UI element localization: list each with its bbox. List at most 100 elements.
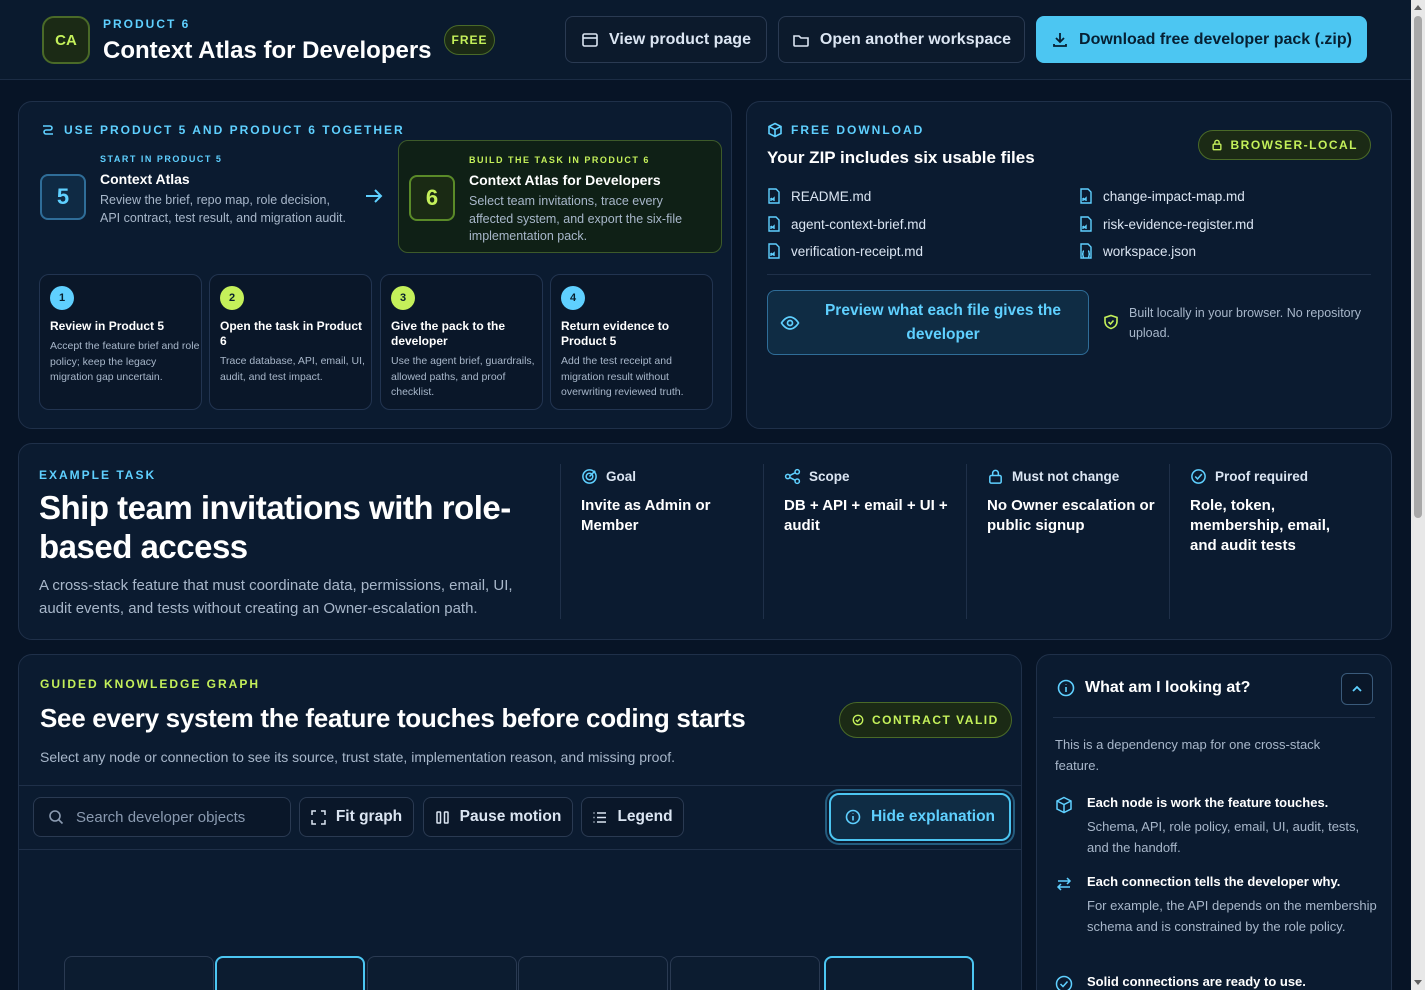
- step-desc: Trace database, API, email, UI, audit, a…: [220, 355, 365, 383]
- stage6-desc: Select team invitations, trace every aff…: [469, 194, 683, 243]
- fit-graph-button[interactable]: Fit graph: [299, 797, 414, 837]
- download-kicker: FREE DOWNLOAD: [791, 123, 925, 137]
- graph-kicker: GUIDED KNOWLEDGE GRAPH: [40, 677, 261, 691]
- folder-open-icon: [793, 34, 809, 47]
- example-task-panel: EXAMPLE TASK Ship team invitations with …: [18, 443, 1392, 640]
- legend-button[interactable]: Legend: [581, 797, 684, 837]
- workflow-step: 4 Return evidence to Product 5 Add the t…: [550, 274, 713, 410]
- collapse-button[interactable]: [1341, 673, 1373, 705]
- scroll-down-arrow-icon[interactable]: [1414, 980, 1422, 985]
- workflow-step: 3 Give the pack to the developer Use the…: [380, 274, 543, 410]
- divider: [19, 849, 1021, 850]
- graph-title: See every system the feature touches bef…: [40, 703, 746, 733]
- top-bar: CA PRODUCT 6 Context Atlas for Developer…: [0, 0, 1411, 80]
- example-desc: A cross-stack feature that must coordina…: [39, 577, 513, 617]
- graph-node[interactable]: [670, 956, 820, 990]
- divider: [1053, 717, 1375, 718]
- file-item: workspace.json: [1079, 243, 1196, 259]
- info-icon: [845, 809, 861, 825]
- goal-value: Invite as Admin or Member: [581, 497, 711, 534]
- download-pack-button[interactable]: Download free developer pack (.zip): [1036, 16, 1367, 63]
- file-item: verification-receipt.md: [767, 243, 923, 259]
- stage6-card: 6 BUILD THE TASK IN PRODUCT 6 Context At…: [398, 140, 722, 253]
- json-file-icon: [1080, 243, 1092, 259]
- graph-node[interactable]: [215, 956, 365, 990]
- graph-subtitle: Select any node or connection to see its…: [40, 749, 676, 765]
- goal-label: Goal: [606, 469, 637, 484]
- network-icon: [784, 468, 801, 485]
- divider: [767, 274, 1371, 275]
- lock-icon: [989, 469, 1002, 484]
- markdown-file-icon: [768, 243, 780, 259]
- scrollbar[interactable]: [1411, 0, 1425, 990]
- goal-attribute: Goal Invite as Admin or Member: [560, 464, 763, 619]
- view-product-button[interactable]: View product page: [565, 16, 767, 63]
- graph-node[interactable]: [64, 956, 214, 990]
- pause-motion-label: Pause motion: [459, 808, 562, 825]
- hide-explanation-button[interactable]: Hide explanation: [829, 793, 1011, 841]
- graph-node[interactable]: [367, 956, 517, 990]
- step-number: 2: [220, 286, 244, 310]
- download-icon: [1053, 32, 1067, 47]
- search-input[interactable]: Search developer objects: [33, 797, 291, 837]
- open-workspace-button[interactable]: Open another workspace: [778, 16, 1025, 63]
- proof-label: Proof required: [1215, 469, 1309, 484]
- workflow-step: 2 Open the task in Product 6 Trace datab…: [209, 274, 372, 410]
- step-title: Review in Product 5: [50, 319, 165, 333]
- knowledge-graph-panel: GUIDED KNOWLEDGE GRAPH See every system …: [18, 654, 1022, 990]
- scroll-up-arrow-icon[interactable]: [1414, 5, 1422, 10]
- search-icon: [49, 810, 64, 825]
- target-icon: [582, 469, 597, 484]
- product-5-number: 5: [40, 174, 86, 220]
- preview-files-label: Preview what each file gives the develop…: [824, 301, 1062, 343]
- preview-files-button[interactable]: Preview what each file gives the develop…: [767, 290, 1089, 355]
- cube-icon: [1056, 796, 1072, 814]
- check-circle-icon: [1191, 469, 1206, 484]
- download-title: Your ZIP includes six usable files: [767, 148, 1035, 167]
- workflow-step: 1 Review in Product 5 Accept the feature…: [39, 274, 202, 410]
- explanation-title: What am I looking at?: [1085, 679, 1251, 696]
- step-title: Return evidence to Product 5: [561, 319, 670, 348]
- together-panel: USE PRODUCT 5 AND PRODUCT 6 TOGETHER 5 S…: [18, 101, 732, 429]
- contract-valid-label: CONTRACT VALID: [872, 713, 999, 727]
- check-circle-icon: [1055, 975, 1073, 990]
- example-title: Ship team invitations with role-based ac…: [39, 489, 511, 565]
- markdown-file-icon: [1080, 188, 1092, 204]
- stage5-title: Context Atlas: [100, 171, 190, 187]
- step-desc: Accept the feature brief and role policy…: [50, 340, 200, 383]
- step-desc: Use the agent brief, guardrails, allowed…: [391, 355, 535, 398]
- file-item: change-impact-map.md: [1079, 188, 1245, 204]
- step-number: 1: [50, 286, 74, 310]
- file-item: agent-context-brief.md: [767, 216, 926, 232]
- scope-label: Scope: [809, 469, 850, 484]
- free-badge: FREE: [444, 25, 495, 55]
- explanation-panel: What am I looking at? This is a dependen…: [1036, 654, 1392, 990]
- shield-check-icon: [1104, 314, 1118, 330]
- swap-arrows-icon: [1056, 877, 1072, 891]
- proof-attribute: Proof required Role, token, membership, …: [1169, 464, 1372, 619]
- scope-value: DB + API + email + UI + audit: [784, 497, 948, 534]
- browser-local-label: BROWSER-LOCAL: [1230, 138, 1358, 152]
- graph-node[interactable]: [518, 956, 668, 990]
- step-number: 3: [391, 286, 415, 310]
- graph-node[interactable]: [824, 956, 974, 990]
- step-number: 4: [561, 286, 585, 310]
- info-icon: [1057, 679, 1075, 697]
- view-product-label: View product page: [609, 30, 751, 48]
- product-label: PRODUCT 6: [103, 17, 191, 31]
- pause-icon: [435, 810, 449, 824]
- download-pack-label: Download free developer pack (.zip): [1079, 30, 1352, 48]
- pause-motion-button[interactable]: Pause motion: [423, 797, 573, 837]
- check-circle-icon: [852, 714, 864, 726]
- route-icon: [43, 125, 53, 135]
- scope-attribute: Scope DB + API + email + UI + audit: [763, 464, 966, 619]
- file-item: README.md: [767, 188, 871, 204]
- scrollbar-thumb[interactable]: [1414, 16, 1422, 518]
- local-note: Built locally in your browser. No reposi…: [1129, 306, 1362, 340]
- fit-graph-label: Fit graph: [335, 808, 403, 825]
- contract-valid-badge: CONTRACT VALID: [839, 702, 1012, 738]
- proof-value: Role, token, membership, email, and audi…: [1190, 497, 1331, 554]
- eye-icon: [780, 316, 800, 330]
- open-workspace-label: Open another workspace: [819, 30, 1012, 48]
- step-title: Give the pack to the developer: [391, 319, 506, 348]
